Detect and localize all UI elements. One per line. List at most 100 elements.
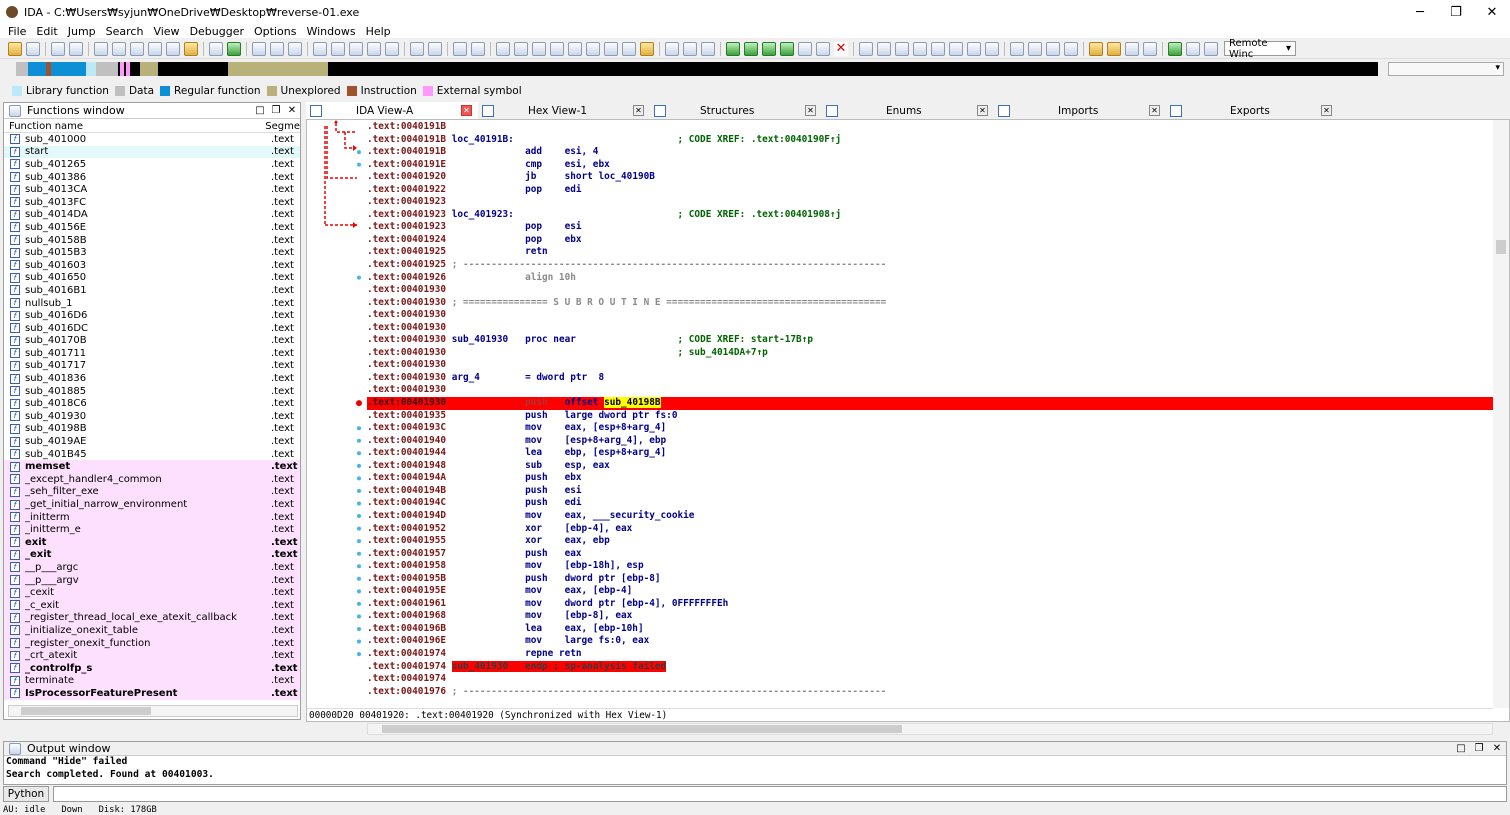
function-row[interactable]: f _crt_atexit .text [4,649,300,662]
restore-button[interactable]: ❐ [1438,0,1474,24]
close-icon[interactable]: ✕ [977,105,988,116]
function-row[interactable]: f _exit .text [4,548,300,562]
bp-trace-icon[interactable] [780,41,794,56]
function-row[interactable]: f sub_4015B3 .text [4,246,300,259]
function-row[interactable]: f sub_4016D6 .text [4,309,300,322]
tool1-icon[interactable] [895,41,909,56]
debug1-icon[interactable] [1089,41,1103,56]
function-row[interactable]: f _initterm_e .text [4,523,300,536]
strings-icon[interactable] [385,41,399,56]
window-icon[interactable] [665,41,679,56]
data-icon[interactable] [227,41,241,56]
disasm-line[interactable]: .text:00401923 loc_401923: ; CODE XREF: … [367,209,1493,222]
disasm-line[interactable]: .text:0040191B [367,121,1493,134]
function-row[interactable]: f IsProcessorFeaturePresent .text [4,687,300,700]
function-row[interactable]: f terminate .text [4,674,300,688]
graph-view-icon[interactable] [313,41,327,56]
function-row[interactable]: f sub_401386 .text [4,171,300,184]
function-row[interactable]: f sub_4018C6 .text [4,397,300,410]
debug3-icon[interactable] [1125,41,1139,56]
bp-edit-icon[interactable] [816,41,830,56]
function-row[interactable]: f exit .text [4,536,300,549]
tab-enums[interactable]: Enums ✕ [822,102,994,119]
segment-icon[interactable] [252,41,266,56]
view2-dropdown-icon[interactable] [877,41,891,56]
float-icon[interactable]: ❐ [268,105,284,116]
disasm-line[interactable]: .text:00401922 pop edi [367,184,1493,197]
function-row[interactable]: f sub_4013CA .text [4,183,300,196]
disasm-line[interactable]: .text:00401920 jb short loc_40190B [367,171,1493,184]
function-row[interactable]: f sub_401650 .text [4,272,300,285]
function-row[interactable]: f sub_40158B .text [4,234,300,247]
disasm-line[interactable]: .text:0040191B add esi, 4 [367,146,1493,159]
mark-icon[interactable] [184,41,198,56]
xref-icon[interactable] [550,41,564,56]
tool2-icon[interactable] [913,41,927,56]
disasm-line[interactable]: .text:0040196B lea eax, [ebp-10h] [367,623,1493,636]
function-row[interactable]: f _except_handler4_common .text [4,473,300,486]
bp-add-icon[interactable] [726,41,740,56]
function-row[interactable]: f _initialize_onexit_table .text [4,624,300,637]
disasm-line[interactable]: .text:00401930 arg_4 = dword ptr 8 [367,372,1493,385]
window2-icon[interactable] [683,41,697,56]
forward-icon[interactable] [69,41,83,56]
menu-jump[interactable]: Jump [68,25,96,38]
delete-icon[interactable]: ✕ [834,41,848,56]
search-text-icon[interactable] [112,41,126,56]
close-icon[interactable]: ✕ [1149,105,1160,116]
disasm-line[interactable]: .text:00401926 align 10h [367,272,1493,285]
function-row[interactable]: f sub_4019AE .text [4,435,300,448]
disasm-line[interactable]: .text:00401930 [367,359,1493,372]
function-row[interactable]: f _cexit .text [4,586,300,599]
disasm-line[interactable]: .text:00401935 push large dword ptr fs:0 [367,410,1493,423]
tool4-icon[interactable] [949,41,963,56]
disasm-line[interactable]: .text:00401974 [367,673,1493,686]
function-row[interactable]: f sub_401603 .text [4,259,300,272]
code-icon[interactable] [209,41,223,56]
disasm-line[interactable]: .text:00401957 push eax [367,548,1493,561]
debugger-select[interactable]: Remote Winc ▾ [1224,38,1296,60]
function-row[interactable]: f sub_401000 .text [4,133,300,146]
disasm-line[interactable]: .text:0040193C mov eax, [esp+8+arg_4] [367,422,1493,435]
debug4-icon[interactable] [1143,41,1157,56]
function-row[interactable]: f _initterm .text [4,510,300,524]
disasm-line[interactable]: .text:00401930 ; sub_4014DA+7↑p [367,347,1493,360]
tab-exports[interactable]: Exports ✕ [1166,102,1338,119]
disassembly-view[interactable]: .text:0040191B .text:0040191B loc_40191B… [306,119,1510,735]
function-row[interactable]: f sub_4016B1 .text [4,284,300,297]
menu-help[interactable]: Help [366,25,391,38]
names-icon[interactable] [349,41,363,56]
disasm-line[interactable]: .text:00401930 [367,284,1493,297]
play-icon[interactable] [1168,41,1182,56]
disasm-line[interactable]: .text:00401976 ; -----------------------… [367,686,1493,699]
edit-icon[interactable] [410,41,424,56]
disasm-line[interactable]: .text:00401923 [367,196,1493,209]
function-row[interactable]: f nullsub_1 .text [4,297,300,310]
panel4-icon[interactable] [1064,41,1078,56]
function-row[interactable]: f sub_401836 .text [4,372,300,385]
minimize-button[interactable]: ─ [1402,0,1438,24]
function-row[interactable]: f sub_401717 .text [4,360,300,373]
save-icon[interactable] [26,41,40,56]
search-sequence-icon[interactable] [94,41,108,56]
close-icon[interactable]: ✕ [633,105,644,116]
column-segment[interactable]: Segme [265,121,300,132]
panel2-icon[interactable] [1028,41,1042,56]
python-button[interactable]: Python [3,785,49,802]
function-row[interactable]: f sub_401930 .text [4,410,300,423]
disasm-line[interactable]: .text:00401930 [367,309,1493,322]
open-icon[interactable] [8,41,22,56]
function-row[interactable]: f sub_401711 .text [4,347,300,360]
disasm-symbol-highlight[interactable]: sub_40198B [604,397,661,409]
bp-step-icon[interactable] [798,41,812,56]
disasm-line[interactable]: .text:0040195E mov eax, [ebp-4] [367,585,1493,598]
function-row[interactable]: f _get_initial_narrow_environment .text [4,498,300,511]
function-row[interactable]: f sub_401265 .text [4,158,300,171]
function-row[interactable]: f sub_40156E .text [4,221,300,234]
close-icon[interactable]: ✕ [461,105,472,116]
disasm-line[interactable]: .text:0040191E cmp esi, ebx [367,159,1493,172]
menu-view[interactable]: View [153,25,179,38]
hex-view-icon[interactable] [331,41,345,56]
print-icon[interactable] [604,41,618,56]
disasm-line[interactable]: .text:00401930 ; =============== S U B R… [367,297,1493,310]
